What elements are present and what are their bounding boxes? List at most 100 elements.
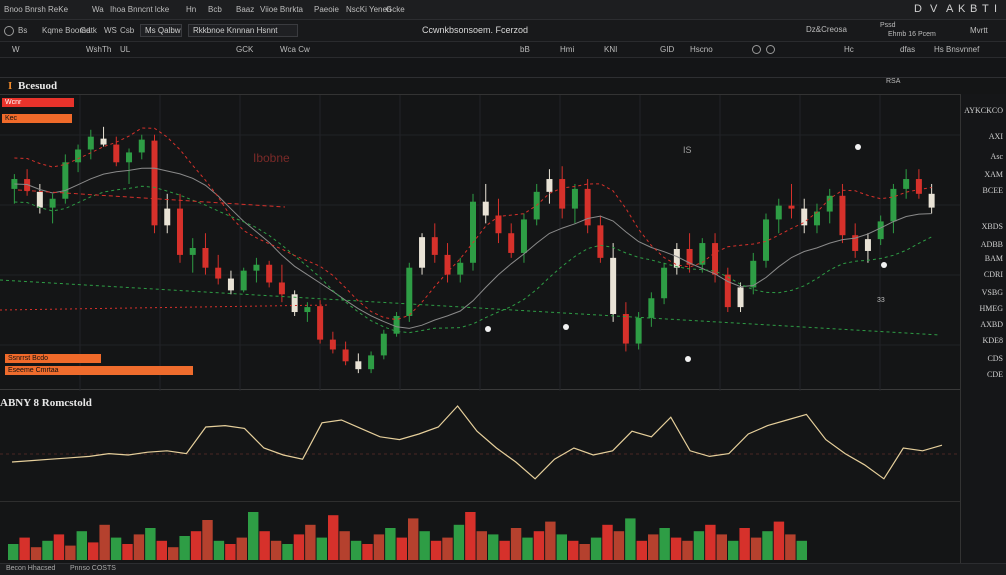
candle-body <box>431 237 438 255</box>
candle-body <box>928 193 935 208</box>
toolbar-item[interactable]: GCK <box>236 45 253 54</box>
volume-bar <box>30 547 42 560</box>
toolbar-item[interactable]: UL <box>120 45 130 54</box>
candle-body <box>546 179 553 192</box>
menu-item[interactable]: Ihoa Bnncnt lcke <box>110 5 169 14</box>
toolbar-item[interactable]: Bs <box>18 26 27 35</box>
candle-body <box>712 243 719 275</box>
axis-label: XAM <box>984 170 1003 179</box>
toolbar-item[interactable]: Hscno <box>690 45 713 54</box>
price-pane[interactable] <box>0 94 960 391</box>
menu-item[interactable]: Baaz <box>236 5 254 14</box>
menu-item[interactable]: Wa <box>92 5 104 14</box>
toolbar-item[interactable]: dfas <box>900 45 915 54</box>
search-input[interactable]: Ms Qalbw <box>140 24 182 37</box>
toolbar-item[interactable]: Hs Bnsvnnef <box>934 45 979 54</box>
pane-prefix: I <box>8 80 13 92</box>
toolbar-item[interactable]: Mvrtt <box>970 26 988 35</box>
volume-bar <box>133 534 145 560</box>
window-control-icon[interactable]: D <box>914 3 922 15</box>
candle-body <box>317 306 324 340</box>
level-bar[interactable]: Ssnrrst Bcdo <box>5 354 101 363</box>
volume-bar <box>705 524 716 560</box>
volume-bar <box>750 537 762 560</box>
menu-item[interactable]: Bnoo Bnrsh ReKe <box>4 5 68 14</box>
status-text: Pnnso COSTS <box>70 565 116 572</box>
toolbar-item[interactable]: bB <box>520 45 530 54</box>
menu-item[interactable]: NscKi Yenen <box>346 5 391 14</box>
candle-body <box>176 208 183 255</box>
secondary-toolbar: W WshTh UL GCK Wca Cw bB Hmi KNI GID Hsc… <box>0 42 1006 58</box>
window-title: Ccwnkbsonsoem. Fcerzod <box>422 25 529 35</box>
volume-bar <box>168 547 179 560</box>
candle-body <box>36 191 43 208</box>
preset-selector[interactable]: Rkkbnoe Knnnan Hsnnt <box>188 24 298 37</box>
oscillator-chart[interactable] <box>0 390 960 502</box>
menu-item[interactable]: Paeoie <box>314 5 339 14</box>
candle-body <box>648 298 655 318</box>
menu-item[interactable]: Viioe Bnrkta <box>260 5 303 14</box>
volume-bar <box>76 531 87 560</box>
volume-bar <box>19 537 30 560</box>
window-control-icon[interactable]: V <box>930 3 937 15</box>
menu-item[interactable]: Hn <box>186 5 196 14</box>
toolbar-item[interactable]: Dz&Creosa <box>806 25 847 34</box>
candle-body <box>355 361 362 370</box>
toolbar-item[interactable]: GID <box>660 45 674 54</box>
indicator-tag[interactable]: Kec <box>2 114 72 123</box>
toolbar-item[interactable]: Hc <box>844 45 854 54</box>
toolbar-item[interactable]: Gatk <box>80 26 97 35</box>
toolbar-item[interactable]: KNI <box>604 45 617 54</box>
toolbar-item[interactable]: Pssd <box>880 22 896 29</box>
menu-item[interactable]: Gcke <box>386 5 405 14</box>
candle-body <box>661 267 668 299</box>
volume-bar <box>796 540 807 560</box>
volume-pane[interactable] <box>0 502 960 562</box>
volume-bar <box>213 540 225 560</box>
window-control-icon[interactable]: B <box>970 3 977 15</box>
candle-body <box>826 195 833 212</box>
candle-body <box>673 248 680 268</box>
volume-bar <box>179 536 190 560</box>
menu-item[interactable]: Bcb <box>208 5 222 14</box>
toolbar-item[interactable]: Csb <box>120 26 134 35</box>
level-bar[interactable]: Eseeme Cmrtaa <box>5 366 193 375</box>
window-control-icon[interactable]: A <box>946 3 953 15</box>
indicator-tag[interactable]: Wcnr <box>2 98 74 107</box>
volume-bar <box>693 531 705 560</box>
candle-body <box>342 349 349 362</box>
refresh-icon[interactable] <box>766 45 775 54</box>
volume-bar <box>236 537 247 560</box>
candle-body <box>202 248 209 268</box>
logo-icon[interactable] <box>4 26 14 36</box>
toolbar-item[interactable]: WshTh <box>86 45 111 54</box>
window-control-icon[interactable]: K <box>958 3 965 15</box>
volume-bar <box>270 540 282 560</box>
window-control-icon[interactable]: I <box>994 3 997 15</box>
volume-chart[interactable] <box>0 502 960 562</box>
settings-icon[interactable] <box>752 45 761 54</box>
axis-label: CDE <box>987 370 1003 379</box>
oscillator-title: ABNY 8 Romcstold <box>0 397 92 409</box>
price-chart[interactable] <box>0 95 960 391</box>
candle-body <box>788 205 795 209</box>
candle-body <box>75 149 82 163</box>
candle-body <box>189 248 196 255</box>
volume-bar <box>225 544 236 560</box>
window-control-icon[interactable]: T <box>982 3 989 15</box>
candle-body <box>610 257 617 315</box>
toolbar-item[interactable]: Wca Cw <box>280 45 310 54</box>
volume-bar <box>339 531 350 560</box>
toolbar-item[interactable]: Hmi <box>560 45 574 54</box>
candle-body <box>915 179 922 194</box>
toolbar-item[interactable]: Ehmb 16 Pcem <box>888 31 936 38</box>
candle-body <box>597 225 604 258</box>
volume-bar <box>465 512 476 560</box>
oscillator-pane[interactable] <box>0 390 960 502</box>
status-text: Becon Hhacsed <box>6 565 56 572</box>
price-axis[interactable]: AYKCKCO AXI Asc XAM BCEE XBDS ADBB BAM C… <box>960 94 1006 564</box>
toolbar-item[interactable]: WS <box>104 26 117 35</box>
volume-bar <box>8 544 19 560</box>
toolbar-item[interactable]: W <box>12 45 20 54</box>
axis-label: KDE8 <box>982 336 1003 345</box>
